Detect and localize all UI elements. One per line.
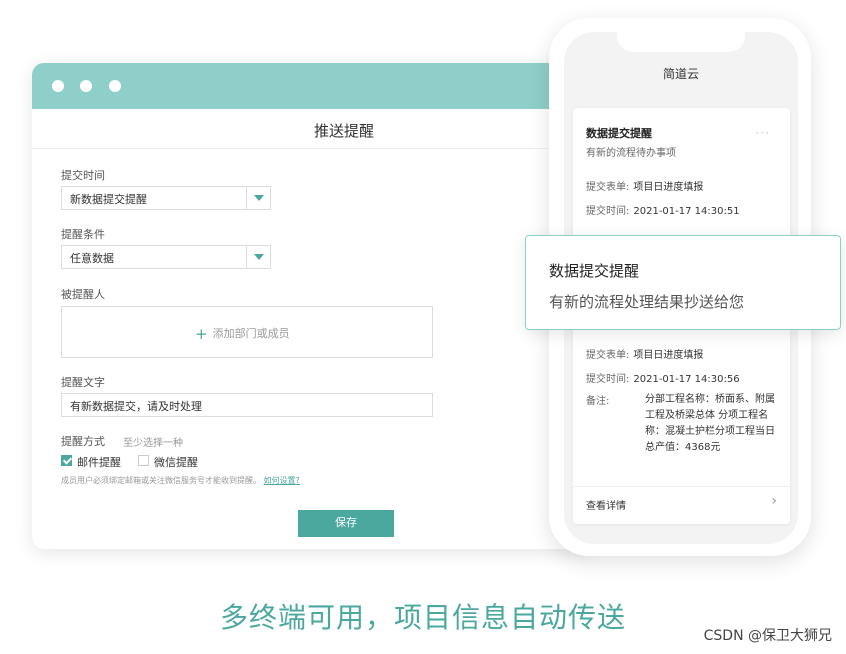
time-value: 2021-01-17 14:30:56 [633,374,740,385]
desktop-window: 推送提醒 提交时间 新数据提交提醒 提醒条件 任意数据 被提醒人 + 添加部门或成… [32,63,592,549]
window-dot-icon[interactable] [109,80,121,92]
recipient-label: 被提醒人 [61,288,105,301]
time-row: 提交时间: 2021-01-17 14:30:56 [586,370,740,385]
text-label: 提醒文字 [61,376,105,389]
page-title: 推送提醒 [314,122,375,140]
dropdown-arrow-icon[interactable] [246,246,270,268]
watermark: CSDN @保卫大狮兄 [703,628,832,644]
phone-notch [617,32,745,52]
card-title: 数据提交提醒 [586,127,652,140]
add-member-label: 添加部门或成员 [212,327,290,340]
remark-value: 分部工程名称：桥面系、附属工程及桥梁总体 分项工程名称：混凝土护栏分项工程当日总… [645,394,775,453]
form-label: 提交表单: [586,182,630,193]
recipient-box[interactable]: + 添加部门或成员 [61,306,433,358]
window-dot-icon[interactable] [80,80,92,92]
card-subtitle: 有新的流程待办事项 [586,148,676,159]
window-titlebar [32,63,592,109]
submit-time-select[interactable]: 新数据提交提醒 [61,186,271,210]
email-checkbox[interactable] [61,455,72,466]
time-label: 提交时间: [586,206,630,217]
submit-time-label: 提交时间 [61,169,105,182]
form-row: 提交表单: 项目日进度填报 [586,346,703,361]
remark-label: 备注: [586,396,610,407]
condition-label: 提醒条件 [61,228,105,241]
window-header: 推送提醒 [32,109,592,149]
time-row: 提交时间: 2021-01-17 14:30:51 [586,202,740,217]
reminder-text-value: 有新数据提交，请及时处理 [70,400,202,413]
plus-icon: + [195,325,208,343]
condition-value: 任意数据 [70,252,114,265]
notification-popup[interactable]: 数据提交提醒 有新的流程处理结果抄送给您 [525,235,841,330]
dropdown-arrow-icon[interactable] [246,187,270,209]
form-value: 项目日进度填报 [633,350,704,361]
time-label: 提交时间: [586,374,630,385]
method-hint: 至少选择一种 [123,438,183,449]
method-note-text: 成员用户必须绑定邮箱或关注微信服务号才能收到提醒。 [61,476,261,485]
wechat-checkbox-label[interactable]: 微信提醒 [154,454,198,470]
method-label: 提醒方式 [61,435,105,448]
chevron-right-icon[interactable]: › [771,493,777,509]
method-note: 成员用户必须绑定邮箱或关注微信服务号才能收到提醒。 如何设置? [61,475,300,486]
condition-select[interactable]: 任意数据 [61,245,271,269]
app-title: 简道云 [662,67,699,81]
form-label: 提交表单: [586,350,630,361]
divider [573,486,790,487]
window-dot-icon[interactable] [52,80,64,92]
save-button[interactable]: 保存 [298,510,394,537]
email-checkbox-label[interactable]: 邮件提醒 [77,454,121,470]
how-to-setup-link[interactable]: 如何设置? [264,476,300,485]
time-value: 2021-01-17 14:30:51 [633,206,740,217]
view-detail-link[interactable]: 查看详情 [586,497,626,512]
reminder-text-input[interactable]: 有新数据提交，请及时处理 [61,393,433,417]
more-icon[interactable]: ··· [756,126,770,140]
form-value: 项目日进度填报 [633,182,704,193]
wechat-checkbox[interactable] [138,455,149,466]
popup-title: 数据提交提醒 [549,262,640,280]
popup-subtitle: 有新的流程处理结果抄送给您 [549,293,745,311]
submit-time-value: 新数据提交提醒 [70,193,147,206]
form-row: 提交表单: 项目日进度填报 [586,178,703,193]
add-member-button[interactable]: + 添加部门或成员 [195,325,290,343]
